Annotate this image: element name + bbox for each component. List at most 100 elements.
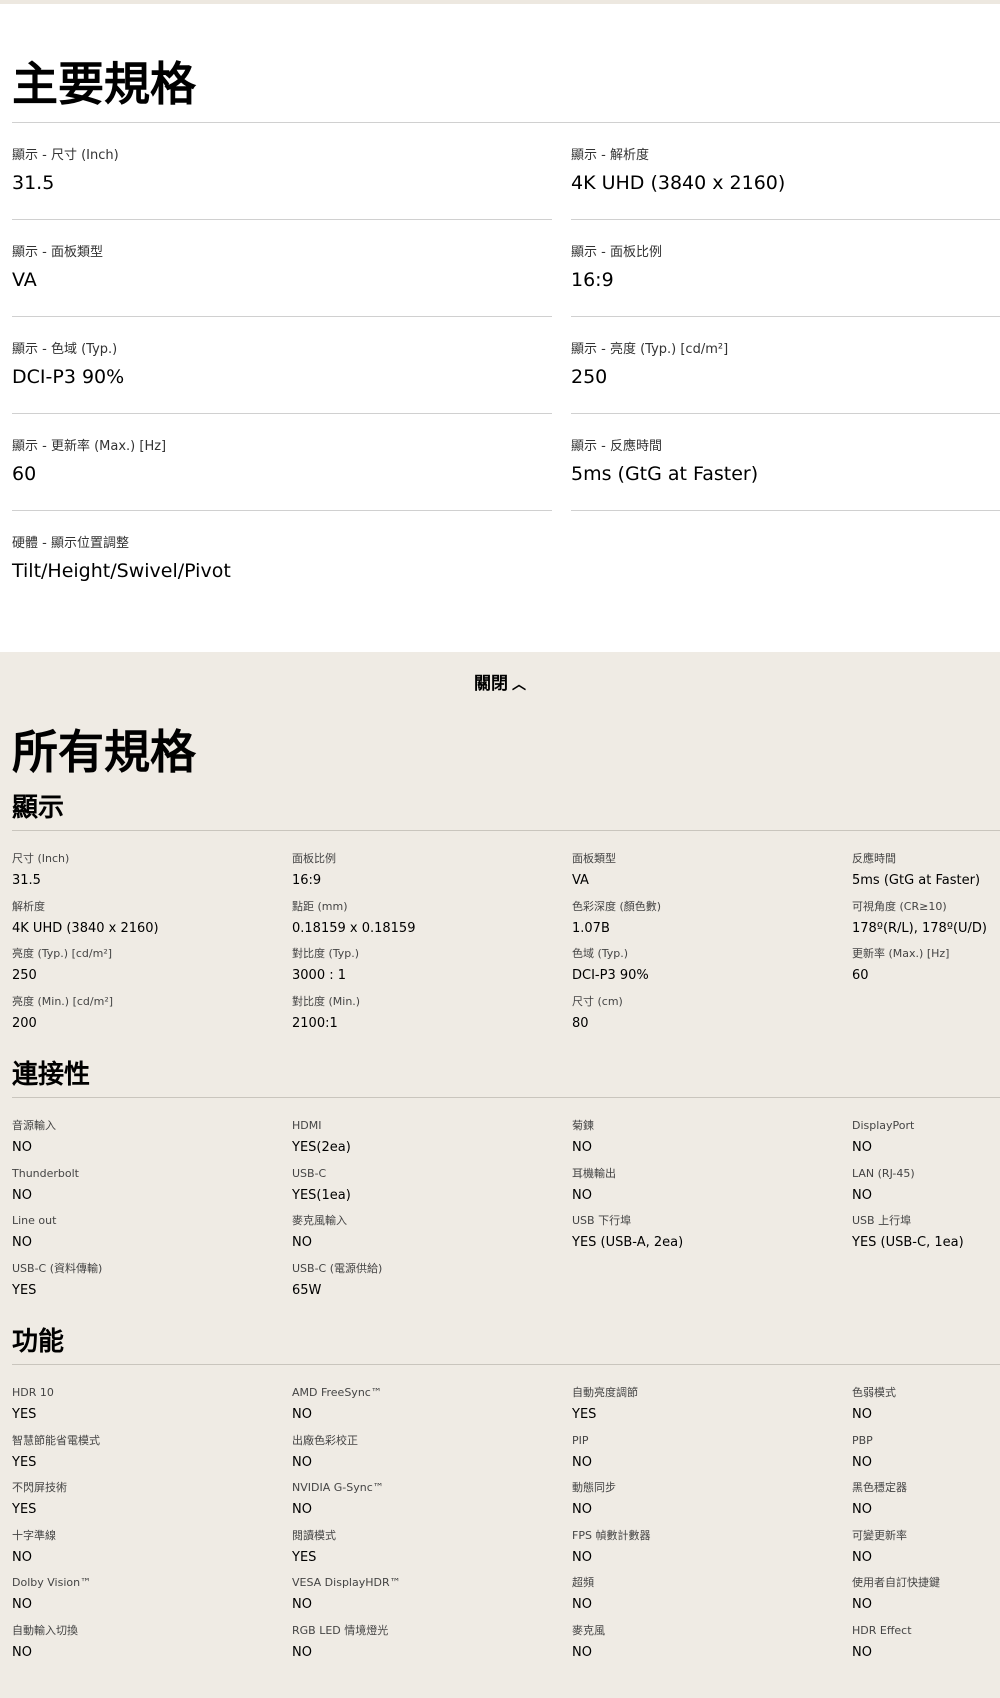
spec-value: NO [852, 1187, 872, 1203]
spec-value: 178º(R/L), 178º(U/D) [852, 920, 987, 936]
spec-label: HDMI [292, 1119, 322, 1132]
spec-label: 點距 (mm) [292, 899, 348, 913]
spec-label: 解析度 [12, 899, 45, 913]
spec-value: YES [292, 1549, 317, 1565]
spec-label: 尺寸 (Inch) [12, 852, 70, 865]
spec-value: NO [12, 1549, 32, 1565]
key-spec-value: DCI-P3 90% [12, 366, 125, 388]
spec-item: PIP NO [572, 1433, 852, 1481]
spec-value: 2100:1 [292, 1015, 338, 1031]
key-spec-value: 5ms (GtG at Faster) [571, 463, 759, 485]
key-spec-value: Tilt/Height/Swivel/Pivot [12, 560, 231, 582]
spec-label: RGB LED 情境燈光 [292, 1623, 389, 1637]
spec-value: 200 [12, 1015, 37, 1031]
spec-label: 尺寸 (cm) [572, 994, 623, 1008]
spec-value: NO [292, 1454, 312, 1470]
spec-label: 面板類型 [572, 852, 616, 865]
spec-grid: 尺寸 (Inch) 31.5 面板比例 16:9 面板類型 VA 反應時間 5ms (GtG … [12, 831, 1000, 1053]
spec-value: 4K UHD (3840 x 2160) [12, 920, 159, 936]
spec-value: YES [572, 1407, 597, 1422]
key-spec-label: 顯示 - 反應時間 [571, 439, 662, 454]
spec-item: VESA DisplayHDR™ NO [292, 1575, 572, 1623]
key-spec-value: 16:9 [571, 269, 614, 291]
key-spec-item: 顯示 - 尺寸 (Inch) 31.5 [12, 123, 552, 220]
spec-item: AMD FreeSync™ NO [292, 1385, 572, 1433]
spec-label: USB-C [292, 1166, 327, 1180]
spec-value: YES(1ea) [292, 1187, 351, 1203]
spec-item: HDR 10 YES [12, 1385, 292, 1433]
spec-label: 菊鍊 [572, 1119, 594, 1132]
spec-value: 60 [852, 968, 869, 983]
spec-item: 十字準線 NO [12, 1528, 292, 1576]
spec-label: 色弱模式 [852, 1386, 896, 1399]
spec-label: 音源輸入 [12, 1119, 56, 1132]
spec-item: 麥克風輸入 NO [292, 1213, 572, 1261]
spec-value: 0.18159 x 0.18159 [292, 920, 416, 936]
spec-item: NVIDIA G-Sync™ NO [292, 1480, 572, 1528]
spec-item: 色彩深度 (顏色數) 1.07B [572, 899, 852, 947]
spec-label: AMD FreeSync™ [292, 1386, 382, 1399]
spec-item: 點距 (mm) 0.18159 x 0.18159 [292, 899, 572, 947]
spec-item: 對比度 (Min.) 2100:1 [292, 994, 572, 1042]
spec-item: 面板比例 16:9 [292, 851, 572, 899]
close-button-label: 關閉 [474, 674, 508, 694]
spec-value: 5ms (GtG at Faster) [852, 873, 981, 888]
spec-value: YES (USB-A, 2ea) [572, 1235, 684, 1250]
spec-label: FPS 幀數計數器 [572, 1528, 651, 1542]
spec-value: 16:9 [292, 873, 322, 888]
spec-label: LAN (RJ-45) [852, 1166, 915, 1180]
spec-item: 麥克風 NO [572, 1623, 852, 1671]
spec-label: 麥克風 [572, 1623, 605, 1637]
spec-value: NO [572, 1454, 592, 1470]
spec-item [852, 994, 1000, 1042]
spec-value: YES(2ea) [292, 1140, 351, 1155]
spec-label: 亮度 (Typ.) [cd/m²] [12, 947, 113, 960]
spec-item: 更新率 (Max.) [Hz] 60 [852, 946, 1000, 994]
spec-value: NO [292, 1597, 312, 1612]
spec-item: 色域 (Typ.) DCI-P3 90% [572, 946, 852, 994]
spec-value: 1.07B [572, 920, 610, 936]
spec-item: 尺寸 (Inch) 31.5 [12, 851, 292, 899]
spec-label: 動態同步 [572, 1481, 616, 1494]
key-spec-value: 31.5 [12, 172, 55, 194]
key-spec-item: 顯示 - 更新率 (Max.) [Hz] 60 [12, 414, 552, 511]
spec-value: YES [12, 1407, 37, 1422]
spec-label: 反應時間 [852, 852, 896, 865]
key-spec-label: 顯示 - 更新率 (Max.) [Hz] [12, 439, 167, 454]
spec-value: NO [572, 1549, 592, 1565]
spec-label: 面板比例 [292, 852, 336, 865]
spec-item: 黑色穩定器 NO [852, 1480, 1000, 1528]
spec-value: 250 [12, 968, 37, 983]
spec-label: USB-C (資料傳輸) [12, 1261, 103, 1275]
spec-item: 不閃屏技術 YES [12, 1480, 292, 1528]
spec-item: 菊鍊 NO [572, 1118, 852, 1166]
spec-item: USB-C YES(1ea) [292, 1166, 572, 1214]
key-spec-value: 60 [12, 463, 37, 485]
spec-label: 對比度 (Min.) [292, 994, 361, 1008]
spec-value: NO [852, 1644, 872, 1660]
spec-item: USB 上行埠 YES (USB-C, 1ea) [852, 1213, 1000, 1261]
spec-value: NO [852, 1502, 872, 1517]
spec-item: HDMI YES(2ea) [292, 1118, 572, 1166]
spec-value: NO [852, 1597, 872, 1612]
spec-item: 反應時間 5ms (GtG at Faster) [852, 851, 1000, 899]
spec-item: 超頻 NO [572, 1575, 852, 1623]
spec-label: 閱讀模式 [292, 1528, 336, 1542]
spec-item: Dolby Vision™ NO [12, 1575, 292, 1623]
key-spec-value: VA [12, 269, 37, 291]
spec-item: DisplayPort NO [852, 1118, 1000, 1166]
spec-value: 80 [572, 1015, 589, 1031]
spec-label: USB 下行埠 [572, 1214, 632, 1227]
spec-value: NO [12, 1235, 32, 1250]
spec-label: 耳機輸出 [572, 1166, 616, 1180]
section-title: 連接性 [12, 1053, 1000, 1098]
spec-label: PBP [852, 1433, 873, 1447]
spec-item: LAN (RJ-45) NO [852, 1166, 1000, 1214]
chevron-up-icon: ︿ [512, 677, 526, 693]
spec-label: NVIDIA G-Sync™ [292, 1481, 384, 1494]
spec-label: 色彩深度 (顏色數) [572, 899, 662, 913]
close-button[interactable]: 關閉 ︿ [0, 652, 1000, 716]
spec-item: 使用者自訂快捷鍵 NO [852, 1575, 1000, 1623]
all-specs-title: 所有規格 [12, 725, 196, 779]
spec-item: 對比度 (Typ.) 3000 : 1 [292, 946, 572, 994]
